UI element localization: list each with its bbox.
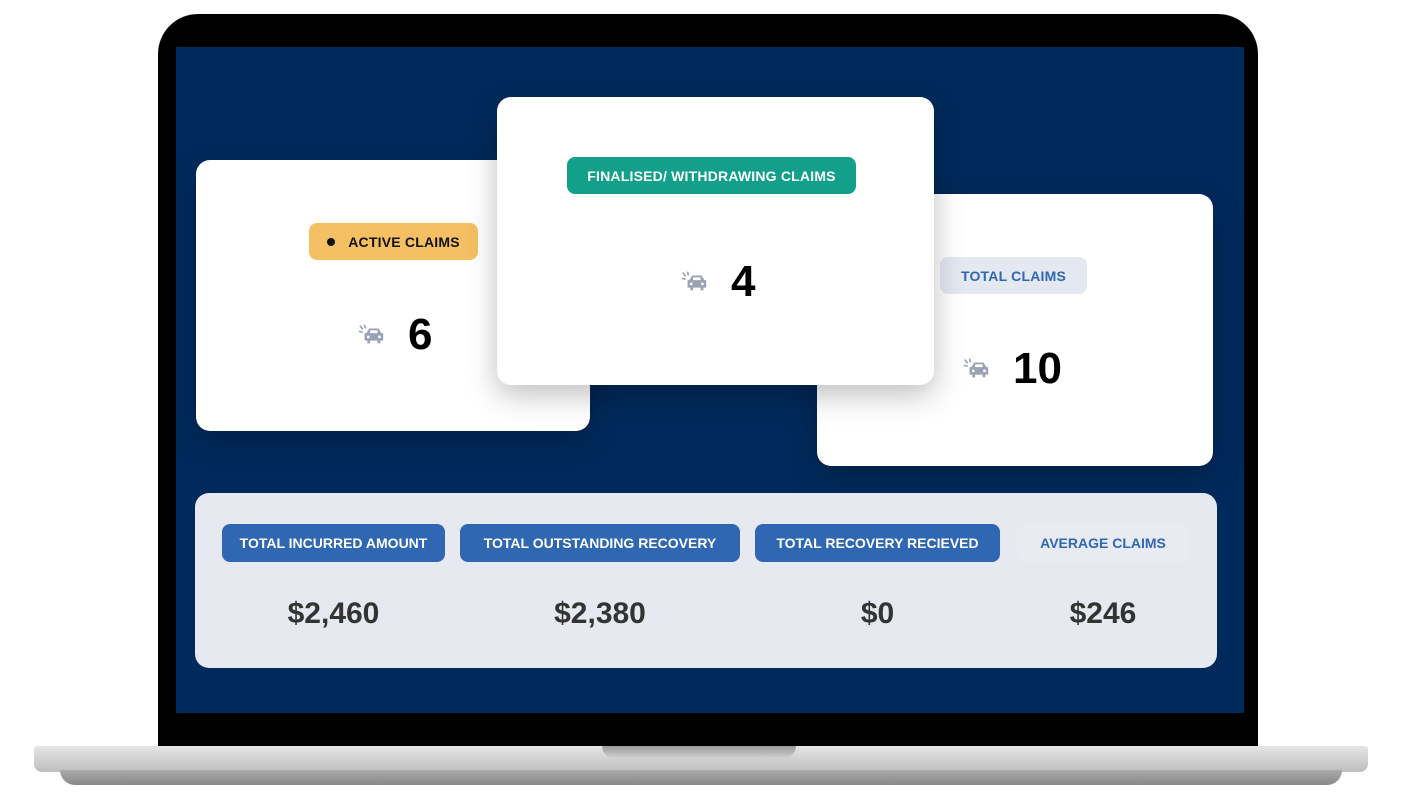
finalised-claims-badge: FINALISED/ WITHDRAWING CLAIMS (567, 157, 856, 194)
total-claims-badge: TOTAL CLAIMS (940, 257, 1087, 294)
car-crash-icon (963, 357, 991, 381)
metrics-panel: TOTAL INCURRED AMOUNT TOTAL OUTSTANDING … (195, 493, 1217, 668)
metric-badge-received: TOTAL RECOVERY RECIEVED (755, 524, 1000, 562)
laptop-base-bottom (60, 770, 1342, 785)
finalised-claims-count: 4 (731, 257, 756, 306)
total-outstanding-recovery: $2,380 (554, 597, 646, 630)
card-label: FINALISED/ WITHDRAWING CLAIMS (587, 167, 836, 184)
total-recovery-received: $0 (860, 597, 895, 630)
active-claims-count: 6 (408, 310, 433, 359)
average-claims: $246 (1069, 597, 1137, 630)
status-dot-icon (327, 237, 336, 246)
card-label: TOTAL CLAIMS (960, 267, 1067, 284)
car-crash-icon (681, 270, 709, 294)
metric-badge-incurred: TOTAL INCURRED AMOUNT (222, 524, 445, 562)
metric-badge-outstanding: TOTAL OUTSTANDING RECOVERY (460, 524, 740, 562)
finalised-claims-card[interactable]: FINALISED/ WITHDRAWING CLAIMS 4 (497, 97, 934, 385)
active-claims-badge: ACTIVE CLAIMS (309, 223, 478, 260)
total-claims-count: 10 (1013, 344, 1062, 393)
car-crash-icon (358, 323, 386, 347)
card-label: ACTIVE CLAIMS (348, 233, 460, 250)
total-incurred-amount: $2,460 (287, 597, 380, 630)
laptop-notch (602, 746, 796, 758)
metric-badge-average: AVERAGE CLAIMS (1017, 524, 1189, 562)
